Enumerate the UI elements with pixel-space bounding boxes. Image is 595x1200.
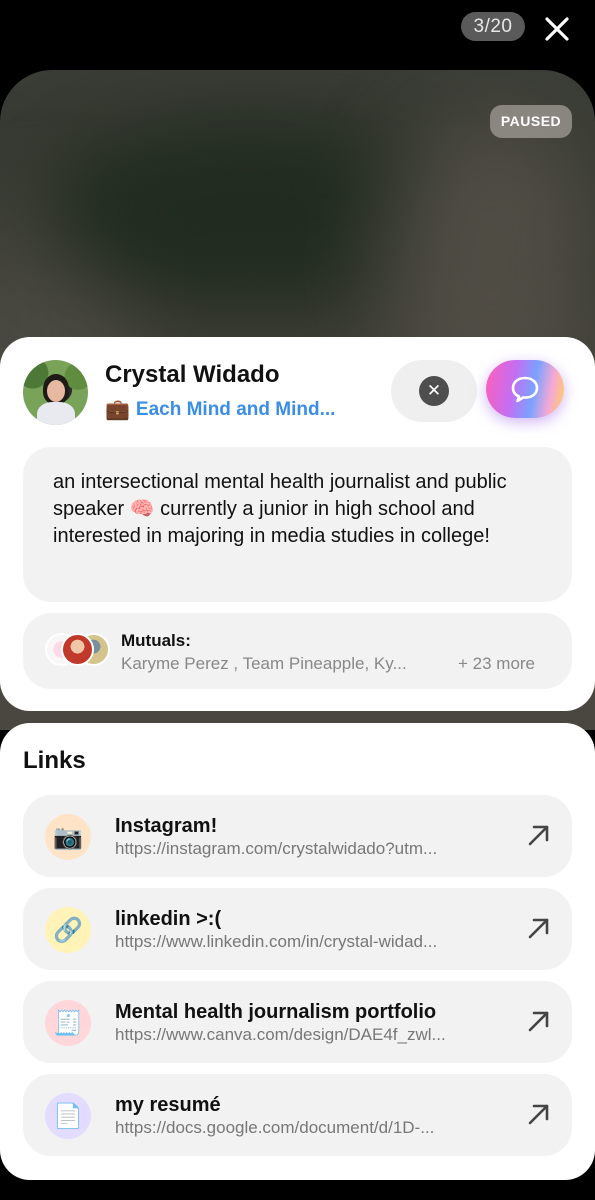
link-icon: 🔗 — [45, 907, 91, 953]
profile-organization[interactable]: 💼 Each Mind and Mind... — [105, 397, 335, 422]
mutuals-names: Karyme Perez , Team Pineapple, Ky... — [121, 654, 407, 673]
link-item-instagram[interactable]: 📷 Instagram! https://instagram.com/cryst… — [23, 795, 572, 877]
briefcase-icon: 💼 — [105, 399, 130, 421]
x-circle-icon: ✕ — [419, 376, 449, 406]
link-url: https://instagram.com/crystalwidado?utm.… — [115, 839, 438, 858]
close-button[interactable] — [540, 12, 574, 46]
organization-label: Each Mind and Mind... — [135, 398, 336, 420]
document-icon: 📄 — [45, 1093, 91, 1139]
link-item-linkedin[interactable]: 🔗 linkedin >:( https://www.linkedin.com/… — [23, 888, 572, 970]
arrow-up-right-icon — [528, 918, 549, 939]
arrow-up-right-icon — [528, 1011, 549, 1032]
camera-icon: 📷 — [45, 814, 91, 860]
mutual-avatars — [45, 633, 111, 667]
profile-story-screen: 3/20 PAUSED Crystal Widado 💼 Each Mind a… — [0, 0, 595, 1200]
story-counter: 3/20 — [461, 12, 525, 41]
arrow-up-right-icon — [528, 825, 549, 846]
link-url: https://docs.google.com/document/d/1D-..… — [115, 1118, 435, 1137]
link-url: https://www.linkedin.com/in/crystal-wida… — [115, 932, 438, 951]
avatar[interactable] — [23, 360, 88, 425]
message-button[interactable] — [486, 360, 564, 418]
arrow-up-right-icon — [528, 1104, 549, 1125]
profile-name: Crystal Widado — [105, 361, 280, 388]
link-title: Mental health journalism portfolio — [115, 1001, 437, 1023]
link-title: my resumé — [115, 1094, 221, 1116]
close-icon — [545, 17, 569, 41]
link-item-portfolio[interactable]: 🧾 Mental health journalism portfolio htt… — [23, 981, 572, 1063]
paused-badge: PAUSED — [490, 105, 572, 138]
dismiss-button[interactable]: ✕ — [391, 360, 477, 422]
receipt-icon: 🧾 — [45, 1000, 91, 1046]
mutuals-more-count: + 23 more — [458, 654, 536, 673]
link-title: Instagram! — [115, 815, 218, 837]
bio-text: an intersectional mental health journali… — [23, 447, 572, 602]
link-item-resume[interactable]: 📄 my resumé https://docs.google.com/docu… — [23, 1074, 572, 1156]
mutual-avatar — [61, 633, 94, 666]
link-title: linkedin >:( — [115, 908, 222, 930]
profile-card: Crystal Widado 💼 Each Mind and Mind... ✕… — [0, 337, 595, 711]
mutuals-title: Mutuals: — [121, 631, 191, 650]
links-card: Links 📷 Instagram! https://instagram.com… — [0, 723, 595, 1180]
link-url: https://www.canva.com/design/DAE4f_zwl..… — [115, 1025, 446, 1044]
mutuals-row[interactable]: Mutuals: Karyme Perez , Team Pineapple, … — [23, 613, 572, 689]
links-heading: Links — [23, 747, 86, 774]
chat-bubble-icon — [511, 376, 539, 403]
